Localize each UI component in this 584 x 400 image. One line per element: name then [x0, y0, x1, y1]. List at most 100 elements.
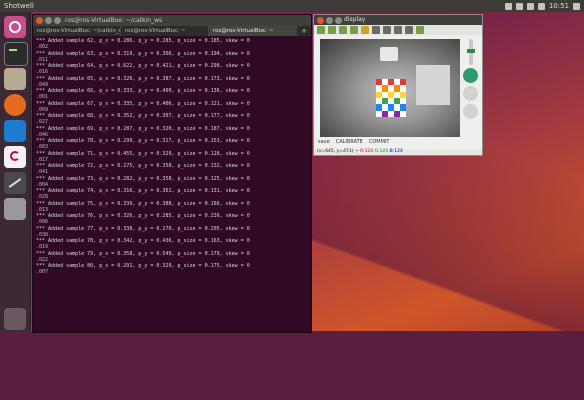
terminal-line: *** Added sample 62, p_x = 0.286, p_y = … [36, 38, 308, 51]
terminal-tab-active[interactable]: ros@ros-VirtualBox: ~ [209, 26, 297, 36]
viewer-toolbar [314, 25, 482, 35]
active-app-title: Shotwell [4, 2, 34, 10]
calibrate-label[interactable]: CALIBRATE [336, 139, 363, 145]
terminal-line: *** Added sample 79, p_x = 0.358, p_y = … [36, 251, 308, 264]
terminal-line: *** Added sample 64, p_x = 0.622, p_y = … [36, 63, 308, 76]
ceiling-light [380, 47, 398, 61]
pan-right-icon[interactable] [328, 26, 336, 34]
firefox-icon[interactable] [4, 94, 26, 116]
terminal-line-text: *** Added sample 70, p_x = 0.299, p_y = … [36, 138, 250, 144]
zoom-out-icon[interactable] [383, 26, 391, 34]
terminal-line-text: *** Added sample 80, p_x = 0.291, p_y = … [36, 263, 250, 269]
properties-icon[interactable] [416, 26, 424, 34]
terminal-line-continuation: .041 [36, 169, 49, 176]
new-tab-button[interactable]: + [297, 26, 311, 36]
keyboard-icon[interactable] [515, 2, 523, 10]
terminal-line-continuation: .016 [36, 69, 49, 76]
terminal-line: *** Added sample 76, p_x = 0.326, p_y = … [36, 213, 308, 226]
maximize-icon[interactable] [54, 17, 61, 24]
terminal-line: *** Added sample 70, p_x = 0.299, p_y = … [36, 138, 308, 151]
terminal-line-continuation: .049 [36, 81, 49, 88]
terminal-line-continuation: .002 [36, 44, 49, 51]
terminal-line-text: *** Added sample 66, p_x = 0.333, p_y = … [36, 88, 250, 94]
zoom-reset-icon[interactable] [405, 26, 413, 34]
pan-down-icon[interactable] [350, 26, 358, 34]
cursor-coords: (x=645, y=473) ~ [317, 149, 359, 154]
terminal-line-continuation: .046 [36, 131, 49, 138]
terminal-line-text: *** Added sample 77, p_x = 0.338, p_y = … [36, 225, 250, 232]
terminal-line-text: *** Added sample 68, p_x = 0.352, p_y = … [36, 113, 250, 119]
terminal-line-continuation: .038 [36, 231, 49, 238]
maximize-icon[interactable] [335, 17, 342, 24]
terminal-output[interactable]: *** Added sample 62, p_x = 0.286, p_y = … [33, 36, 311, 332]
calibration-checkerboard [376, 79, 406, 117]
terminal-line-text: *** Added sample 76, p_x = 0.326, p_y = … [36, 213, 250, 219]
debian-icon[interactable] [4, 146, 26, 168]
vscode-icon[interactable] [4, 120, 26, 142]
terminal-line-continuation: .004 [36, 181, 49, 188]
terminal-line-continuation: .007 [36, 269, 49, 276]
terminal-line-text: *** Added sample 78, p_x = 0.342, p_y = … [36, 238, 250, 244]
zoom-in-icon[interactable] [372, 26, 380, 34]
dash-icon[interactable] [4, 16, 26, 38]
terminal-tabbar: ros@ros-VirtualBox: ~/catkin_ws ros@ros-… [33, 26, 311, 36]
minimize-icon[interactable] [45, 17, 52, 24]
terminal-line-text: *** Added sample 65, p_x = 0.326, p_y = … [36, 75, 250, 82]
terminal-line-continuation: .001 [36, 94, 49, 101]
terminal-tab[interactable]: ros@ros-VirtualBox: ~ [121, 26, 209, 36]
save-label[interactable]: save [318, 139, 330, 145]
terminal-line-text: *** Added sample 64, p_x = 0.622, p_y = … [36, 63, 250, 69]
network-icon[interactable] [504, 2, 512, 10]
terminal-line-continuation: .028 [36, 194, 49, 201]
text-editor-icon[interactable] [4, 172, 26, 194]
terminal-line-continuation: .022 [36, 256, 49, 263]
terminal-line: *** Added sample 78, p_x = 0.342, p_y = … [36, 238, 308, 251]
pan-up-icon[interactable] [339, 26, 347, 34]
files-icon[interactable] [4, 68, 26, 90]
terminal-line-text: *** Added sample 69, p_x = 0.287, p_y = … [36, 125, 250, 132]
terminal-window[interactable]: ros@ros-VirtualBox: ~/catkin_ws ros@ros-… [32, 14, 312, 333]
terminal-line: *** Added sample 71, p_x = 0.455, p_y = … [36, 151, 308, 164]
terminal-titlebar[interactable]: ros@ros-VirtualBox: ~/catkin_ws [33, 15, 311, 26]
terminal-line-continuation: .006 [36, 219, 49, 226]
terminal-line: *** Added sample 74, p_x = 0.316, p_y = … [36, 188, 308, 201]
calibration-panel [462, 39, 479, 137]
minimize-icon[interactable] [326, 17, 333, 24]
save-icon[interactable] [361, 26, 369, 34]
terminal-line-continuation: .019 [36, 244, 49, 251]
disk-icon[interactable] [4, 198, 26, 220]
terminal-line-text: *** Added sample 62, p_x = 0.286, p_y = … [36, 38, 250, 44]
commit-label[interactable]: COMMIT [369, 139, 390, 145]
terminal-line-text: *** Added sample 63, p_x = 0.319, p_y = … [36, 50, 250, 57]
terminal-icon[interactable] [4, 42, 28, 66]
trash-icon[interactable] [4, 308, 26, 330]
terminal-line: *** Added sample 69, p_x = 0.287, p_y = … [36, 126, 308, 139]
green-value: G:124 [374, 149, 389, 154]
indicator-area[interactable]: 10:51 [504, 0, 580, 12]
viewer-controls: save CALIBRATE COMMIT [318, 139, 389, 145]
terminal-title: ros@ros-VirtualBox: ~/catkin_ws [65, 17, 163, 24]
image-viewer-window[interactable]: display save CALIBRATE COMMIT (x=645, y=… [313, 14, 483, 156]
close-icon[interactable] [317, 17, 324, 24]
camera-image[interactable] [320, 39, 460, 137]
blue-value: B:124 [389, 149, 403, 154]
save-button[interactable] [463, 86, 478, 101]
commit-button[interactable] [463, 104, 478, 119]
terminal-line: *** Added sample 65, p_x = 0.326, p_y = … [36, 76, 308, 89]
battery-icon[interactable] [526, 2, 534, 10]
terminal-line: *** Added sample 73, p_x = 0.282, p_y = … [36, 176, 308, 189]
terminal-line: *** Added sample 63, p_x = 0.319, p_y = … [36, 51, 308, 64]
terminal-line-continuation: .017 [36, 156, 49, 163]
viewer-title: display [344, 16, 366, 23]
terminal-tab[interactable]: ros@ros-VirtualBox: ~/catkin_ws [33, 26, 121, 36]
viewer-titlebar[interactable]: display [314, 15, 482, 25]
calibrate-button[interactable] [463, 68, 478, 83]
pan-left-icon[interactable] [317, 26, 325, 34]
x-progress-bar [466, 39, 475, 65]
gear-icon[interactable] [573, 2, 580, 10]
launcher [0, 12, 31, 331]
zoom-fit-icon[interactable] [394, 26, 402, 34]
clock[interactable]: 10:51 [549, 0, 569, 12]
close-icon[interactable] [36, 17, 43, 24]
volume-icon[interactable] [537, 2, 545, 10]
